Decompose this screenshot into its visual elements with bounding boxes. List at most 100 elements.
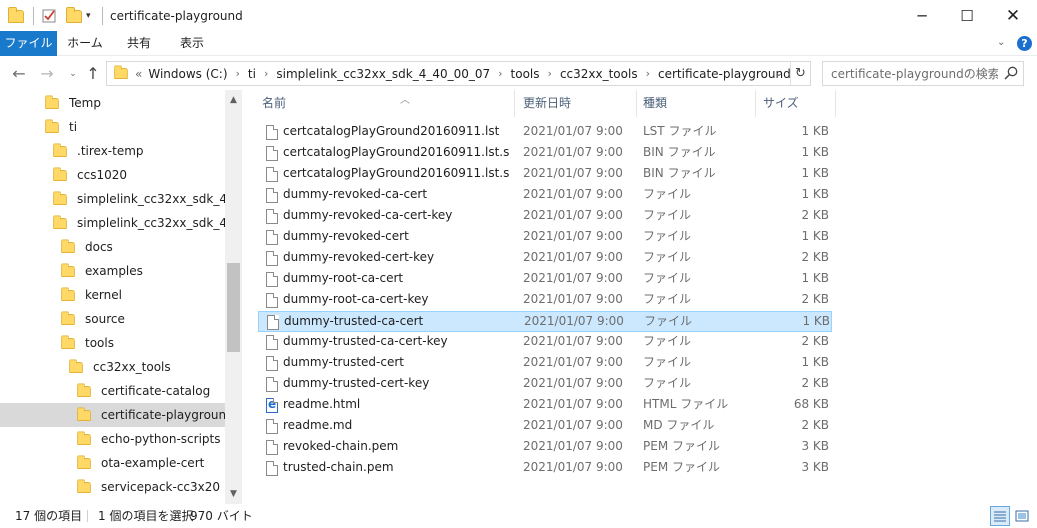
chevron-right-icon[interactable]: › [228, 67, 248, 80]
maximize-button[interactable]: ☐ [944, 0, 990, 31]
customize-toolbar-icon[interactable]: ▾ [86, 7, 91, 25]
up-button[interactable]: ↑ [84, 65, 102, 83]
file-size: 1 KB [801, 124, 829, 138]
search-icon[interactable] [1003, 65, 1019, 81]
nav-item[interactable]: examples [0, 259, 225, 283]
nav-item-selected[interactable]: certificate-playground [0, 403, 225, 427]
file-row[interactable]: certcatalogPlayGround20160911.lst.signe.… [258, 164, 832, 185]
file-type: HTML ファイル [643, 397, 729, 411]
nav-item[interactable]: ota-example-cert [0, 451, 225, 475]
nav-item[interactable]: cc32xx_tools [0, 355, 225, 379]
nav-item[interactable]: tools [0, 331, 225, 355]
nav-item[interactable]: simplelink_cc32xx_sdk_4_30_0 [0, 187, 225, 211]
file-row[interactable]: dummy-trusted-ca-cert-key 2021/01/07 9:00… [258, 332, 832, 353]
file-row[interactable]: dummy-root-ca-cert 2021/01/07 9:00 ファイル 1 K… [258, 269, 832, 290]
file-row[interactable]: dummy-trusted-cert-key 2021/01/07 9:00 ファイ… [258, 374, 832, 395]
tab-share[interactable]: 共有 [114, 31, 164, 56]
nav-item[interactable]: docs [0, 235, 225, 259]
column-divider[interactable] [636, 90, 637, 117]
search-input[interactable] [823, 62, 998, 85]
properties-icon[interactable] [41, 7, 57, 25]
new-folder-icon[interactable] [66, 6, 82, 25]
column-divider[interactable] [835, 90, 836, 117]
file-row[interactable]: dummy-revoked-cert-key 2021/01/07 9:00 ファイ… [258, 248, 832, 269]
crumb[interactable]: tools [511, 67, 540, 81]
chevron-right-icon[interactable]: › [490, 67, 510, 80]
file-type: LST ファイル [643, 124, 717, 138]
close-button[interactable]: ✕ [990, 0, 1036, 31]
file-date: 2021/01/07 9:00 [523, 460, 623, 474]
chevron-right-icon[interactable]: › [638, 67, 658, 80]
column-label: 名前 [262, 96, 287, 110]
minimize-button[interactable]: ─ [899, 0, 945, 31]
tab-view[interactable]: 表示 [168, 31, 216, 56]
file-date: 2021/01/07 9:00 [523, 187, 623, 201]
file-size: 1 KB [801, 187, 829, 201]
nav-item[interactable]: certificate-catalog [0, 379, 225, 403]
file-name: dummy-revoked-ca-cert-key [283, 208, 453, 222]
chevron-down-icon[interactable]: ⌄ [770, 62, 788, 85]
file-row[interactable]: readme.html 2021/01/07 9:00 HTML ファイル 68 KB [258, 395, 832, 416]
column-divider[interactable] [514, 90, 515, 117]
file-date: 2021/01/07 9:00 [523, 145, 623, 159]
scrollbar-thumb[interactable] [227, 263, 240, 352]
file-row[interactable]: dummy-root-ca-cert-key 2021/01/07 9:00 ファイ… [258, 290, 832, 311]
nav-item[interactable]: Temp [0, 91, 225, 115]
chevron-right-icon[interactable]: › [256, 67, 276, 80]
address-bar[interactable]: « Windows (C:) › ti › simplelink_cc32xx_… [106, 61, 811, 86]
nav-item[interactable]: .tirex-temp [0, 139, 225, 163]
file-row[interactable]: dummy-trusted-ca-cert 2021/01/07 9:00 ファイル… [258, 311, 832, 332]
file-type: BIN ファイル [643, 166, 716, 180]
nav-item[interactable]: source [0, 307, 225, 331]
column-header-date[interactable]: 更新日時 [523, 90, 633, 117]
file-row[interactable]: trusted-chain.pem 2021/01/07 9:00 PEM ファイル… [258, 458, 832, 479]
chevron-right-icon[interactable]: › [540, 67, 560, 80]
nav-item[interactable]: simplelink_cc32xx_sdk_4_40_0 [0, 211, 225, 235]
crumb[interactable]: simplelink_cc32xx_sdk_4_40_00_07 [276, 67, 490, 81]
file-name: readme.html [283, 397, 361, 411]
file-row[interactable]: dummy-revoked-cert 2021/01/07 9:00 ファイル 1 K… [258, 227, 832, 248]
file-size: 1 KB [801, 145, 829, 159]
file-row[interactable]: dummy-revoked-ca-cert-key 2021/01/07 9:00… [258, 206, 832, 227]
tab-file[interactable]: ファイル [0, 31, 57, 56]
file-row[interactable]: dummy-trusted-cert 2021/01/07 9:00 ファイル 1 K… [258, 353, 832, 374]
expand-ribbon-icon[interactable]: ⌄ [997, 37, 1005, 48]
file-date: 2021/01/07 9:00 [523, 418, 623, 432]
file-size: 2 KB [801, 334, 829, 348]
tab-home[interactable]: ホーム [61, 31, 109, 56]
crumb[interactable]: Windows (C:) [148, 67, 227, 81]
column-header-type[interactable]: 種類 [643, 90, 753, 117]
folder-icon [69, 358, 83, 373]
nav-scrollbar[interactable]: ▲ ▼ [225, 90, 242, 504]
nav-item[interactable]: kernel [0, 283, 225, 307]
file-row[interactable]: dummy-revoked-ca-cert 2021/01/07 9:00 ファイル… [258, 185, 832, 206]
file-row[interactable]: revoked-chain.pem 2021/01/07 9:00 PEM ファイル… [258, 437, 832, 458]
refresh-icon[interactable]: ↻ [790, 62, 810, 85]
nav-item[interactable]: ti [0, 115, 225, 139]
crumb[interactable]: ti [248, 67, 256, 81]
file-row[interactable]: certcatalogPlayGround20160911.lst 2021/01… [258, 122, 832, 143]
nav-item[interactable]: ccs1020 [0, 163, 225, 187]
overflow-crumb[interactable]: « [135, 67, 148, 81]
file-date: 2021/01/07 9:00 [523, 166, 623, 180]
column-divider[interactable] [755, 90, 756, 117]
crumb[interactable]: cc32xx_tools [560, 67, 638, 81]
html-file-icon [266, 397, 278, 413]
help-icon[interactable]: ? [1017, 36, 1032, 51]
scroll-up-icon[interactable]: ▲ [225, 92, 242, 109]
large-icons-view-icon[interactable] [1012, 506, 1032, 526]
recent-locations-icon[interactable]: ⌄ [64, 65, 82, 83]
file-row[interactable]: certcatalogPlayGround20160911.lst.signe.… [258, 143, 832, 164]
forward-button[interactable]: → [38, 65, 56, 83]
file-size: 1 KB [801, 229, 829, 243]
back-button[interactable]: ← [10, 65, 28, 83]
nav-item[interactable]: echo-python-scripts [0, 427, 225, 451]
file-row[interactable]: readme.md 2021/01/07 9:00 MD ファイル 2 KB [258, 416, 832, 437]
scroll-down-icon[interactable]: ▼ [225, 486, 242, 503]
nav-item[interactable]: servicepack-cc3x20 [0, 475, 225, 499]
column-header-size[interactable]: サイズ [763, 90, 833, 117]
details-view-icon[interactable] [990, 506, 1010, 526]
column-header-name[interactable]: 名前 ︿ [262, 90, 492, 117]
selection-size: 970 バイト [190, 509, 253, 523]
search-box[interactable] [822, 61, 1024, 86]
